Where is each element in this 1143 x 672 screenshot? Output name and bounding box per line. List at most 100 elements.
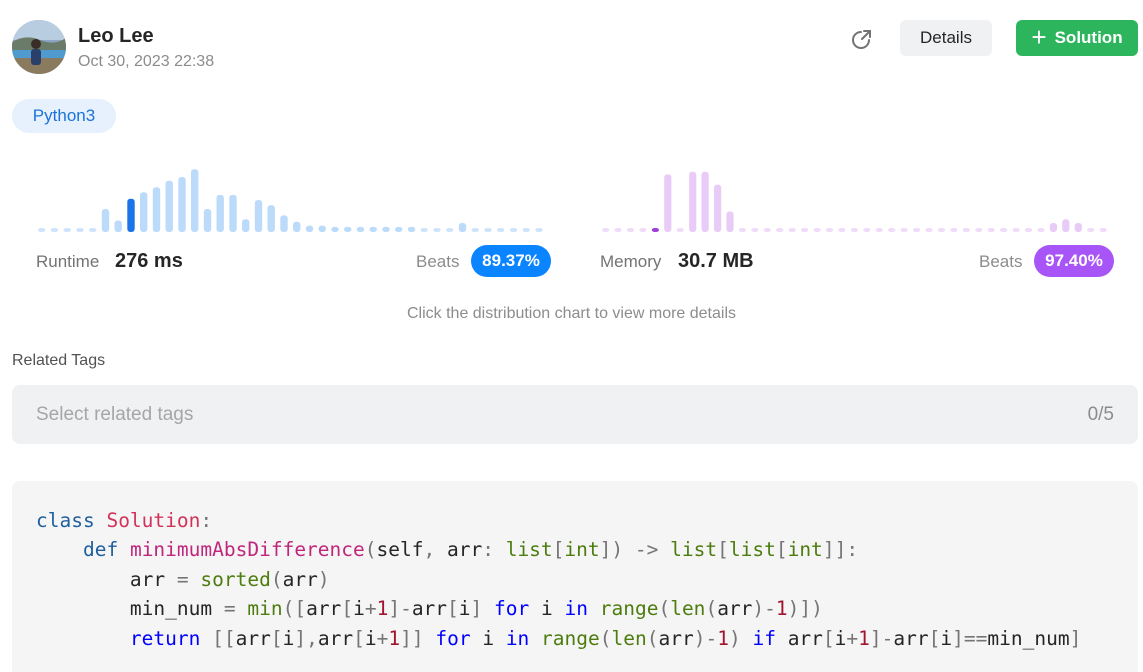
memory-distribution-chart[interactable] xyxy=(600,160,1120,240)
runtime-bar-6[interactable] xyxy=(114,220,122,233)
details-button[interactable]: Details xyxy=(900,20,992,56)
runtime-bar-24[interactable] xyxy=(344,226,352,232)
memory-bar-36[interactable] xyxy=(1049,223,1057,232)
runtime-bar-17[interactable] xyxy=(254,200,263,232)
add-solution-button[interactable]: + Solution xyxy=(1016,20,1138,56)
runtime-bar-28[interactable] xyxy=(395,226,403,232)
runtime-bar-23[interactable] xyxy=(331,226,339,232)
memory-bar-31[interactable] xyxy=(987,228,995,232)
related-tags-count: 0/5 xyxy=(1087,404,1114,425)
memory-bar-9[interactable] xyxy=(714,184,722,232)
memory-bar-2[interactable] xyxy=(626,228,635,232)
runtime-bar-11[interactable] xyxy=(178,177,186,232)
runtime-bar-21[interactable] xyxy=(305,225,314,232)
memory-bar-24[interactable] xyxy=(900,228,908,232)
distribution-hint[interactable]: Click the distribution chart to view mor… xyxy=(0,305,1143,323)
runtime-bar-29[interactable] xyxy=(407,226,416,232)
runtime-bar-15[interactable] xyxy=(229,194,237,232)
memory-bar-12[interactable] xyxy=(751,228,759,232)
memory-bar-20[interactable] xyxy=(850,228,858,232)
memory-value: 30.7 MB xyxy=(678,250,754,272)
memory-bar-32[interactable] xyxy=(1000,228,1008,232)
memory-bar-40[interactable] xyxy=(1099,228,1107,232)
memory-bar-27[interactable] xyxy=(937,228,946,232)
memory-bar-35[interactable] xyxy=(1037,228,1045,232)
memory-bar-19[interactable] xyxy=(838,228,846,232)
runtime-bar-25[interactable] xyxy=(356,226,365,232)
memory-bar-0[interactable] xyxy=(602,228,610,232)
memory-bar-6[interactable] xyxy=(676,228,684,232)
related-tags-title: Related Tags xyxy=(12,352,106,369)
memory-bar-7[interactable] xyxy=(689,171,697,232)
memory-bar-26[interactable] xyxy=(925,228,933,232)
memory-bar-17[interactable] xyxy=(813,228,821,232)
runtime-bar-38[interactable] xyxy=(522,228,530,232)
runtime-bar-13[interactable] xyxy=(203,209,212,232)
memory-bar-34[interactable] xyxy=(1024,228,1033,232)
runtime-bar-30[interactable] xyxy=(420,228,428,232)
runtime-bar-22[interactable] xyxy=(318,225,326,232)
memory-bar-37[interactable] xyxy=(1062,219,1070,232)
avatar[interactable] xyxy=(12,20,66,74)
runtime-bar-31[interactable] xyxy=(433,228,441,232)
memory-bar-16[interactable] xyxy=(801,228,809,232)
memory-bar-14[interactable] xyxy=(776,228,784,232)
memory-bar-39[interactable] xyxy=(1087,228,1095,232)
memory-bar-28[interactable] xyxy=(950,228,958,232)
language-chip[interactable]: Python3 xyxy=(12,99,116,133)
runtime-bar-3[interactable] xyxy=(76,228,84,232)
runtime-bar-27[interactable] xyxy=(382,226,390,232)
memory-bar-33[interactable] xyxy=(1012,228,1020,232)
memory-bar-1[interactable] xyxy=(614,228,622,232)
runtime-bar-36[interactable] xyxy=(497,228,505,232)
runtime-bar-16[interactable] xyxy=(242,219,250,232)
user-name[interactable]: Leo Lee xyxy=(78,25,154,48)
runtime-bar-18[interactable] xyxy=(267,205,275,232)
runtime-bar-10[interactable] xyxy=(165,180,173,232)
memory-bar-30[interactable] xyxy=(975,228,983,232)
runtime-bar-0[interactable] xyxy=(38,228,46,232)
memory-bar-22[interactable] xyxy=(875,228,883,232)
memory-bar-5[interactable] xyxy=(664,174,672,232)
memory-bar-23[interactable] xyxy=(888,228,896,232)
post-header: Leo Lee Oct 30, 2023 22:38 Details + Sol… xyxy=(12,20,1138,76)
runtime-bar-14[interactable] xyxy=(216,194,224,232)
code-block[interactable]: class Solution: def minimumAbsDifference… xyxy=(12,481,1138,672)
memory-beats-value: 97.40% xyxy=(1045,251,1103,270)
runtime-bar-19[interactable] xyxy=(280,215,288,232)
memory-bar-4[interactable] xyxy=(651,228,659,232)
runtime-bar-2[interactable] xyxy=(63,228,71,232)
memory-bar-13[interactable] xyxy=(763,228,771,232)
runtime-bar-35[interactable] xyxy=(484,228,492,232)
memory-bar-18[interactable] xyxy=(825,228,834,232)
runtime-bar-26[interactable] xyxy=(369,226,377,232)
runtime-bar-4[interactable] xyxy=(89,228,97,232)
share-icon[interactable] xyxy=(848,27,874,53)
runtime-bar-8[interactable] xyxy=(140,192,148,232)
memory-bar-15[interactable] xyxy=(788,228,796,232)
memory-bar-21[interactable] xyxy=(863,228,871,232)
runtime-distribution-chart[interactable] xyxy=(36,160,556,240)
memory-bar-10[interactable] xyxy=(726,211,734,233)
runtime-bar-12[interactable] xyxy=(191,169,199,232)
related-tags-input[interactable]: Select related tags 0/5 xyxy=(12,385,1138,444)
runtime-bar-5[interactable] xyxy=(101,209,110,232)
runtime-bar-9[interactable] xyxy=(152,187,161,232)
runtime-bar-33[interactable] xyxy=(458,223,467,232)
runtime-bar-7[interactable] xyxy=(127,198,135,232)
memory-bar-8[interactable] xyxy=(701,171,709,232)
runtime-bar-37[interactable] xyxy=(509,228,518,232)
memory-beats-label: Beats xyxy=(979,252,1023,271)
memory-bar-25[interactable] xyxy=(913,228,921,232)
runtime-bar-20[interactable] xyxy=(293,221,301,232)
runtime-bar-1[interactable] xyxy=(50,228,59,232)
runtime-bar-39[interactable] xyxy=(535,228,543,232)
memory-bar-38[interactable] xyxy=(1074,223,1082,232)
runtime-value: 276 ms xyxy=(115,250,183,272)
runtime-bar-32[interactable] xyxy=(446,228,454,232)
memory-label: Memory xyxy=(600,252,662,271)
memory-bar-3[interactable] xyxy=(639,228,647,232)
runtime-bar-34[interactable] xyxy=(471,228,479,232)
memory-bar-11[interactable] xyxy=(738,228,746,232)
memory-bar-29[interactable] xyxy=(962,228,970,232)
